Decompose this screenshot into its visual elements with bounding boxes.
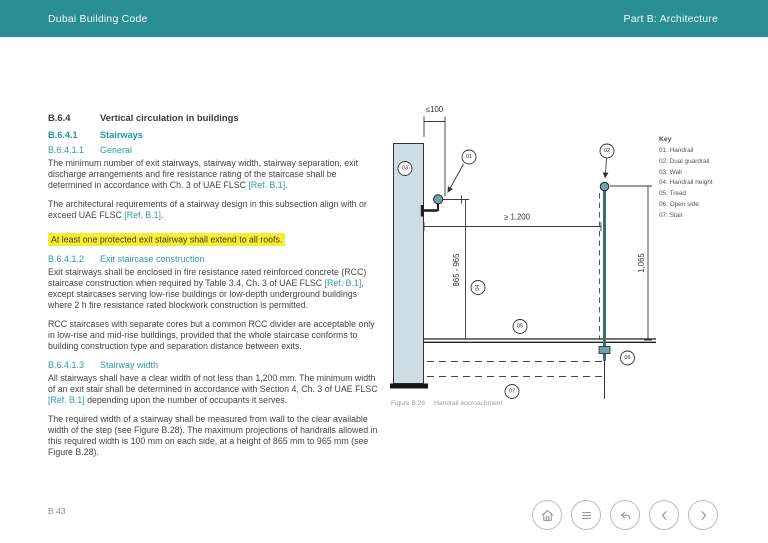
ref-link[interactable]: [Ref. B.1] (325, 278, 362, 288)
figure-key: Key 01: Handrail 02: Dual guardrail 03: … (659, 136, 763, 222)
section-code: B.6.4.1 (48, 130, 78, 140)
paragraph-text: . (285, 180, 288, 190)
ref-link[interactable]: [Ref. B.1] (48, 395, 85, 405)
contents-button[interactable] (571, 500, 601, 530)
callout-01-leader-arrow (447, 163, 464, 193)
callout-02-leader-arrow (602, 158, 609, 179)
dim-projection-lines (423, 116, 446, 196)
paragraph-text: The minimum number of exit stairways, st… (48, 158, 358, 190)
paragraph-rcc-cores: RCC staircases with separate cores but a… (48, 319, 375, 351)
ref-link[interactable]: [Ref. B.1] (124, 210, 161, 220)
svg-text:04: 04 (475, 284, 481, 290)
highlight-text: At least one protected exit stairway sha… (48, 232, 286, 246)
back-arrow-icon (620, 511, 630, 519)
callout-06-open-side: 06 (620, 350, 635, 366)
key-item-wall: 03: Wall (659, 168, 682, 176)
section-title: General (100, 145, 133, 155)
paragraph-text: depending upon the number of occupants i… (84, 395, 288, 405)
stair-steps-dashed-lines (427, 361, 604, 377)
section-heading-b6413: B.6.4.1.3 Stairway width (48, 360, 382, 370)
header-bar: Dubai Building Code Part B: Architecture (0, 0, 768, 37)
figure-caption: Figure B.28 Handrail encroachment (391, 400, 502, 407)
key-item-dual-guardrail: 02: Dual guardrail (659, 157, 710, 165)
section-code: B.6.4.1.2 (48, 254, 85, 264)
callout-02-dual-guardrail: 02 (599, 143, 615, 159)
dim-clear-width-lines (423, 222, 602, 231)
svg-text:06: 06 (624, 355, 630, 361)
tread-shape (423, 338, 656, 343)
svg-text:05: 05 (517, 324, 523, 330)
section-title: Stairways (100, 130, 143, 140)
back-button[interactable] (610, 500, 640, 530)
handrail-shape (433, 194, 444, 205)
section-title: Stairway width (100, 360, 159, 370)
viewer-navigation (532, 500, 718, 530)
home-button[interactable] (532, 500, 562, 530)
dim-handrail-height-label: 865 - 965 (452, 253, 461, 287)
svg-text:07: 07 (509, 389, 515, 395)
highlighted-paragraph: At least one protected exit stairway sha… (48, 229, 382, 247)
svg-text:02: 02 (604, 148, 610, 154)
part-title: Part B: Architecture (623, 12, 718, 25)
key-item-handrail: 01: Handrail (659, 147, 694, 154)
chevron-left-icon (661, 510, 666, 520)
callout-03-wall: 03 (397, 161, 413, 176)
key-item-stair: 07: Stair (659, 211, 683, 219)
section-title: Vertical circulation in buildings (100, 112, 239, 123)
document-title: Dubai Building Code (48, 12, 148, 25)
key-item-handrail-height: 04: Handrail height (659, 179, 713, 187)
paragraph-rcc-construction: Exit stairways shall be enclosed in fire… (48, 267, 382, 311)
guardrail-top-rail-shape (599, 181, 610, 192)
paragraph-text: The architectural requirements of a stai… (48, 199, 367, 220)
figure-key-title: Key (659, 136, 672, 143)
figure-diagram: ≤100 ≥ 1,200 865 - 965 1,065 01 02 03 04… (390, 105, 656, 399)
svg-text:01: 01 (466, 154, 472, 160)
callout-07-stair: 07 (504, 384, 520, 399)
paragraph-min-number: The minimum number of exit stairways, st… (48, 158, 382, 191)
document-page: Dubai Building Code Part B: Architecture… (0, 0, 768, 543)
dim-guardrail-height-label: 1,065 (637, 253, 646, 273)
next-page-button[interactable] (688, 500, 718, 530)
article-column: B.6.4 Vertical circulation in buildings … (48, 112, 382, 466)
previous-page-button[interactable] (649, 500, 679, 530)
section-heading-b6412: B.6.4.1.2 Exit staircase construction (48, 254, 382, 264)
callout-01-handrail: 01 (461, 149, 477, 165)
callout-05-tread: 05 (512, 319, 528, 334)
paragraph-architectural-reqs: The architectural requirements of a stai… (48, 199, 382, 221)
wall-base-shape (390, 383, 428, 389)
section-heading-b6411: B.6.4.1.1 General (48, 145, 382, 155)
paragraph-required-width: The required width of a stairway shall b… (48, 414, 378, 457)
callout-04-handrail-height: 04 (470, 280, 486, 295)
key-item-tread: 05: Tread (659, 190, 687, 198)
guardrail-anchor-shape (598, 346, 611, 354)
ref-link[interactable]: [Ref. B.1] (248, 180, 285, 190)
section-heading-b64: B.6.4 Vertical circulation in buildings (48, 112, 382, 123)
paragraph-text: . (160, 210, 164, 220)
dim-clear-width-label: ≥ 1,200 (504, 213, 531, 222)
paragraph-text: Exit stairways shall be enclosed in fire… (48, 267, 367, 288)
key-item-open-side: 06: Open side (659, 200, 699, 208)
wall-shape (393, 143, 424, 384)
paragraph-clear-width: All stairways shall have a clear width o… (48, 373, 382, 406)
page-number: B 43 (48, 506, 66, 516)
home-icon (541, 509, 553, 521)
svg-text:03: 03 (402, 166, 408, 172)
figure-caption-text: Handrail encroachment (434, 400, 503, 407)
figure-caption-label: Figure B.28 (391, 400, 426, 407)
paragraph-text: All stairways shall have a clear width o… (48, 373, 378, 394)
section-code: B.6.4.1.3 (48, 360, 85, 370)
section-heading-b641: B.6.4.1 Stairways (48, 130, 382, 140)
section-code: B.6.4 (48, 112, 71, 123)
section-title: Exit staircase construction (100, 254, 205, 264)
section-code: B.6.4.1.1 (48, 145, 85, 155)
dim-projection-label: ≤100 (426, 105, 444, 114)
chevron-right-icon (701, 510, 706, 520)
menu-icon (581, 511, 591, 519)
